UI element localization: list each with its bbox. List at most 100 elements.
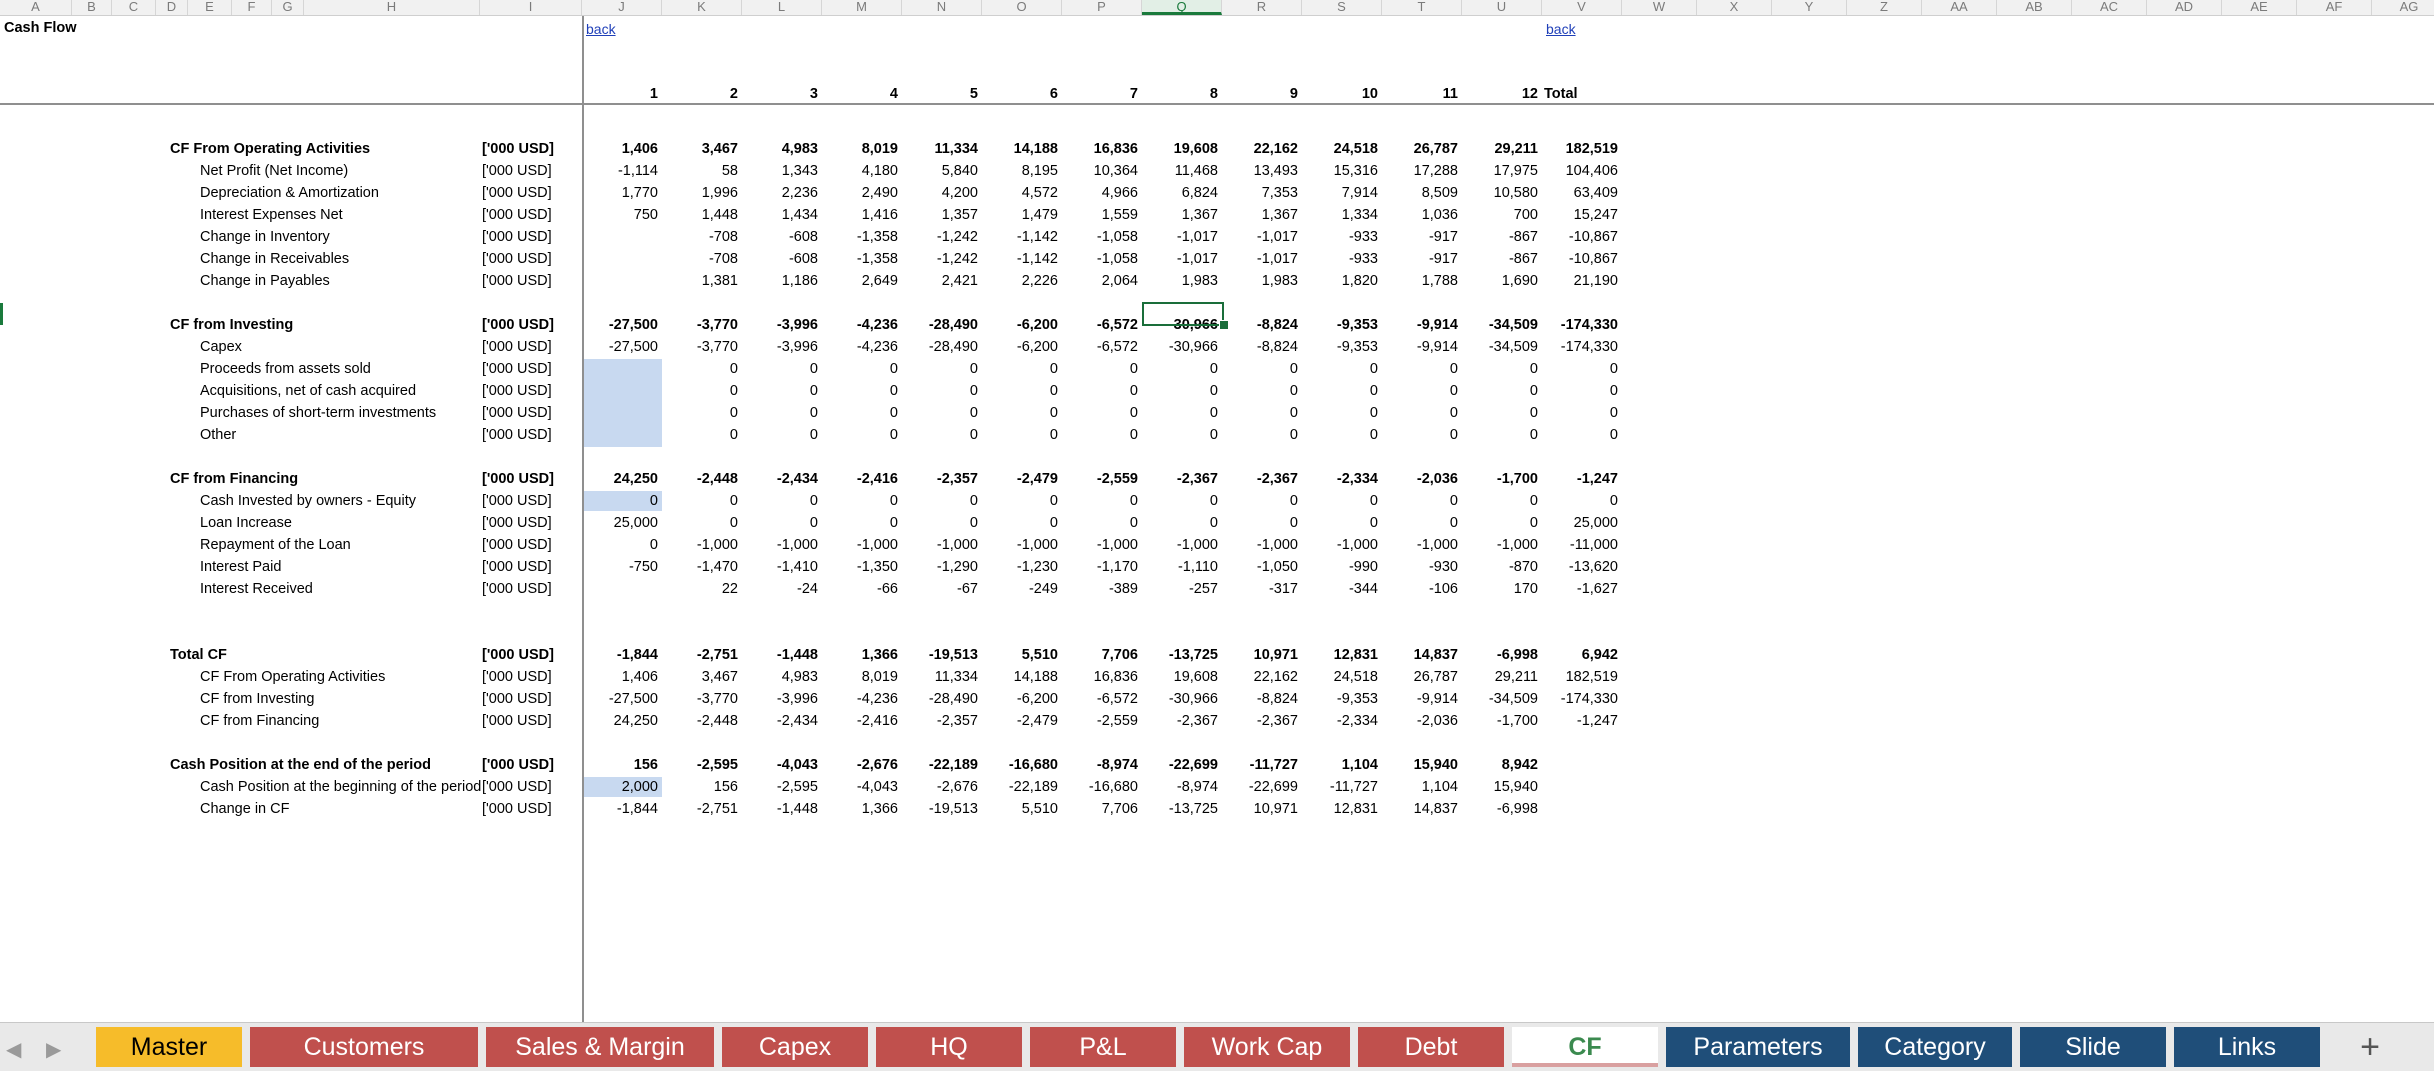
value-cell[interactable]: -1,017 [1222,248,1298,270]
value-cell[interactable]: 1,367 [1222,204,1298,226]
value-cell[interactable]: 0 [662,380,738,402]
value-cell[interactable]: 2,649 [822,270,898,292]
value-cell[interactable]: -8,824 [1222,336,1298,358]
value-cell[interactable]: 0 [1142,490,1218,512]
value-cell[interactable]: 1,479 [982,204,1058,226]
value-cell[interactable]: 182,519 [1542,138,1618,160]
column-header-af[interactable]: AF [2297,0,2372,15]
column-header-d[interactable]: D [156,0,188,15]
tab-next-icon[interactable]: ▶ [46,1037,61,1062]
value-cell[interactable]: 0 [1542,358,1618,380]
value-cell[interactable]: 1,770 [582,182,658,204]
value-cell[interactable]: -34,509 [1462,336,1538,358]
value-cell[interactable]: -11,727 [1302,776,1378,798]
value-cell[interactable]: 0 [1462,358,1538,380]
value-cell[interactable]: 4,572 [982,182,1058,204]
value-cell[interactable]: -1,358 [822,248,898,270]
tab-prev-icon[interactable]: ◀ [6,1037,21,1062]
value-cell[interactable]: 156 [662,776,738,798]
value-cell[interactable]: -3,770 [662,314,738,336]
value-cell[interactable]: 58 [662,160,738,182]
value-cell[interactable]: -3,996 [742,688,818,710]
column-header-t[interactable]: T [1382,0,1462,15]
value-cell[interactable]: -1,230 [982,556,1058,578]
fill-handle[interactable] [1219,320,1229,330]
value-cell[interactable]: -1,142 [982,226,1058,248]
value-cell[interactable]: 0 [1302,424,1378,446]
value-cell[interactable]: 0 [1462,512,1538,534]
value-cell[interactable]: -27,500 [582,688,658,710]
value-cell[interactable]: 1,983 [1222,270,1298,292]
value-cell[interactable]: -990 [1302,556,1378,578]
value-cell[interactable]: 750 [582,204,658,226]
value-cell[interactable]: 24,518 [1302,138,1378,160]
value-cell[interactable]: -1,000 [982,534,1058,556]
value-cell[interactable]: 16,836 [1062,666,1138,688]
value-cell[interactable]: -10,867 [1542,226,1618,248]
value-cell[interactable] [582,358,658,380]
value-cell[interactable]: 1,036 [1382,204,1458,226]
value-cell[interactable]: 1,366 [822,798,898,820]
value-cell[interactable]: 5,840 [902,160,978,182]
value-cell[interactable]: 0 [742,380,818,402]
value-cell[interactable]: -867 [1462,248,1538,270]
value-cell[interactable]: 0 [742,490,818,512]
value-cell[interactable]: 19,608 [1142,138,1218,160]
value-cell[interactable]: -22,699 [1142,754,1218,776]
column-header-c[interactable]: C [112,0,156,15]
column-header-f[interactable]: F [232,0,272,15]
value-cell[interactable]: -2,559 [1062,468,1138,490]
value-cell[interactable]: -2,434 [742,468,818,490]
column-header-m[interactable]: M [822,0,902,15]
sheet-tab-cf[interactable]: CF [1512,1027,1658,1067]
value-cell[interactable]: 4,180 [822,160,898,182]
value-cell[interactable]: -22,699 [1222,776,1298,798]
value-cell[interactable]: -6,200 [982,314,1058,336]
value-cell[interactable]: -1,410 [742,556,818,578]
value-cell[interactable]: -9,914 [1382,688,1458,710]
value-cell[interactable]: -708 [662,226,738,248]
value-cell[interactable]: 0 [1302,358,1378,380]
value-cell[interactable]: 0 [662,424,738,446]
value-cell[interactable]: -1,017 [1142,226,1218,248]
column-header-g[interactable]: G [272,0,304,15]
value-cell[interactable]: 0 [742,402,818,424]
value-cell[interactable]: -2,367 [1142,468,1218,490]
value-cell[interactable]: -8,824 [1222,314,1298,336]
value-cell[interactable]: 1,366 [822,644,898,666]
value-cell[interactable]: 1,406 [582,138,658,160]
value-cell[interactable] [582,248,658,270]
value-cell[interactable]: 0 [1542,424,1618,446]
value-cell[interactable]: 1,186 [742,270,818,292]
value-cell[interactable]: 0 [1062,490,1138,512]
value-cell[interactable]: 24,250 [582,710,658,732]
value-cell[interactable]: 1,983 [1142,270,1218,292]
value-cell[interactable]: 170 [1462,578,1538,600]
value-cell[interactable] [582,402,658,424]
value-cell[interactable] [582,226,658,248]
sheet-tab-category[interactable]: Category [1858,1027,2012,1067]
value-cell[interactable]: -6,572 [1062,314,1138,336]
value-cell[interactable]: -2,751 [662,798,738,820]
value-cell[interactable]: 14,188 [982,666,1058,688]
value-cell[interactable]: -3,770 [662,336,738,358]
value-cell[interactable]: 14,837 [1382,798,1458,820]
value-cell[interactable]: -13,620 [1542,556,1618,578]
value-cell[interactable]: -608 [742,226,818,248]
value-cell[interactable]: -106 [1382,578,1458,600]
value-cell[interactable]: -344 [1302,578,1378,600]
value-cell[interactable]: -2,676 [902,776,978,798]
value-cell[interactable]: 0 [1222,424,1298,446]
value-cell[interactable]: -1,247 [1542,710,1618,732]
value-cell[interactable]: 4,983 [742,138,818,160]
value-cell[interactable]: -933 [1302,226,1378,248]
value-cell[interactable]: 1,788 [1382,270,1458,292]
value-cell[interactable]: -1,700 [1462,468,1538,490]
value-cell[interactable]: -708 [662,248,738,270]
value-cell[interactable]: -9,914 [1382,336,1458,358]
value-cell[interactable]: -67 [902,578,978,600]
sheet-tab-customers[interactable]: Customers [250,1027,478,1067]
column-header-b[interactable]: B [72,0,112,15]
value-cell[interactable]: -3,996 [742,336,818,358]
value-cell[interactable]: -10,867 [1542,248,1618,270]
